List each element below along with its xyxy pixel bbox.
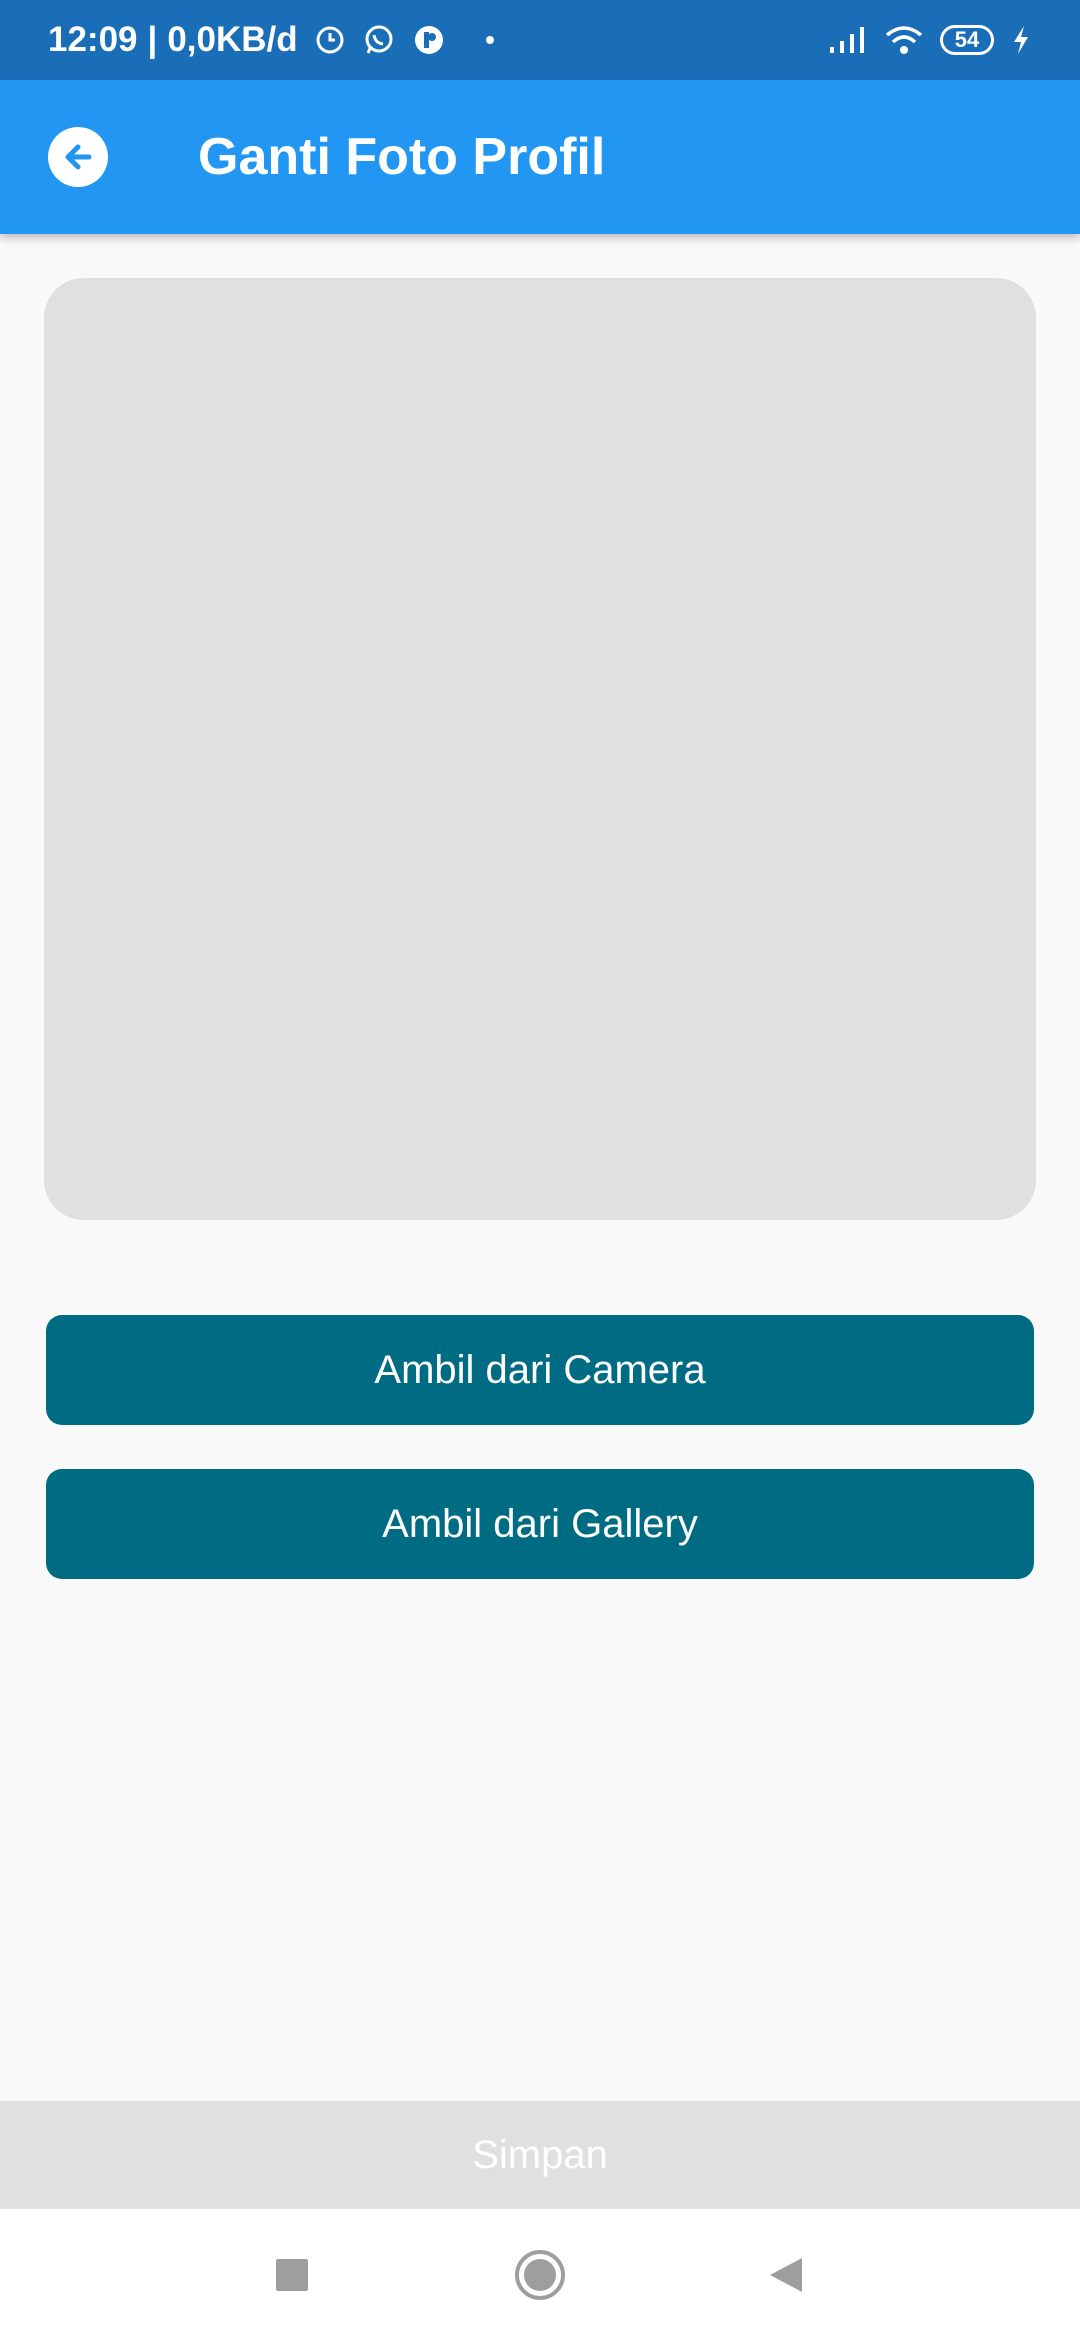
photo-preview (44, 278, 1036, 1220)
battery-indicator: 54 (940, 25, 994, 55)
triangle-back-icon (768, 2256, 804, 2294)
app-bar: Ganti Foto Profil (0, 80, 1080, 234)
save-button[interactable]: Simpan (0, 2101, 1080, 2209)
status-separator: | (147, 20, 158, 59)
page-title: Ganti Foto Profil (198, 128, 606, 186)
status-time: 12:09 (48, 20, 138, 59)
status-data-rate: 0,0KB/d (167, 20, 298, 59)
recents-button[interactable] (275, 2258, 309, 2292)
status-bar: 12:09 | 0,0KB/d 54 (0, 0, 1080, 80)
take-from-camera-button[interactable]: Ambil dari Camera (46, 1315, 1034, 1425)
back-button[interactable] (48, 127, 108, 187)
alarm-icon (314, 24, 346, 56)
whatsapp-icon (362, 23, 396, 57)
wifi-icon (884, 24, 924, 56)
nav-back-button[interactable] (768, 2256, 804, 2294)
square-icon (275, 2258, 309, 2292)
signal-icon (828, 25, 868, 55)
take-from-gallery-button[interactable]: Ambil dari Gallery (46, 1469, 1034, 1579)
app-notification-icon (412, 23, 446, 57)
status-right: 54 (812, 24, 1032, 56)
status-left: 12:09 | 0,0KB/d (48, 20, 494, 60)
circle-icon (514, 2249, 566, 2301)
more-notifications-dot (485, 36, 494, 44)
home-button[interactable] (514, 2249, 566, 2301)
charging-icon (1010, 24, 1032, 56)
navigation-bar (0, 2209, 1080, 2340)
arrow-back-icon (59, 138, 97, 176)
